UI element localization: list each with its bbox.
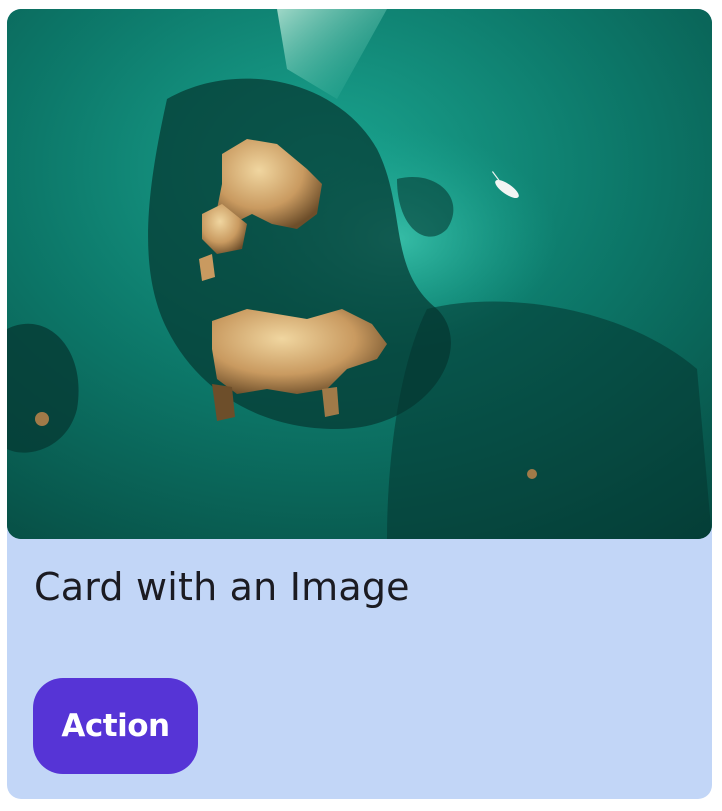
card-title: Card with an Image — [34, 565, 410, 609]
image-card: Card with an Image Action — [7, 9, 712, 799]
action-button[interactable]: Action — [33, 678, 198, 774]
card-image — [7, 9, 712, 539]
aerial-island-image — [7, 9, 712, 539]
